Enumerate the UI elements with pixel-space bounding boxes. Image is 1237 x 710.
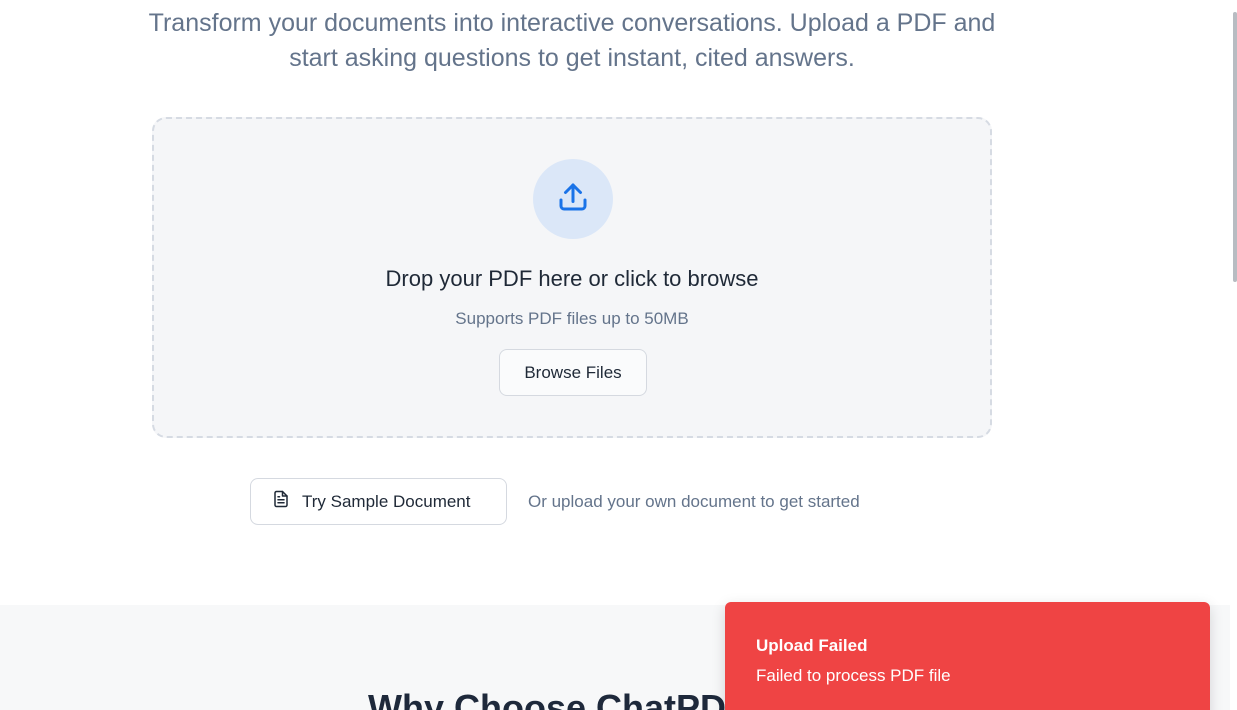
upload-error-toast[interactable]: Upload Failed Failed to process PDF file xyxy=(725,602,1210,710)
page: Transform your documents into interactiv… xyxy=(0,0,1237,710)
upload-icon-circle xyxy=(533,159,613,239)
dropzone-subtitle: Supports PDF files up to 50MB xyxy=(455,309,689,328)
features-title: Why Choose ChatPDF xyxy=(368,687,749,710)
browse-files-button[interactable]: Browse Files xyxy=(499,349,647,396)
document-icon xyxy=(272,490,290,513)
upload-hint: Or upload your own document to get start… xyxy=(528,492,860,511)
scrollbar-thumb[interactable] xyxy=(1233,12,1237,282)
pdf-dropzone[interactable]: Drop your PDF here or click to browse Su… xyxy=(152,117,992,438)
toast-message: Failed to process PDF file xyxy=(756,666,951,685)
try-sample-document-label: Try Sample Document xyxy=(302,491,471,511)
dropzone-title: Drop your PDF here or click to browse xyxy=(385,266,759,291)
toast-title: Upload Failed xyxy=(756,636,868,655)
upload-icon xyxy=(555,179,591,220)
hero-subtitle: Transform your documents into interactiv… xyxy=(148,9,996,72)
try-sample-document-button[interactable]: Try Sample Document xyxy=(250,478,507,525)
scrollbar[interactable] xyxy=(1230,0,1237,710)
